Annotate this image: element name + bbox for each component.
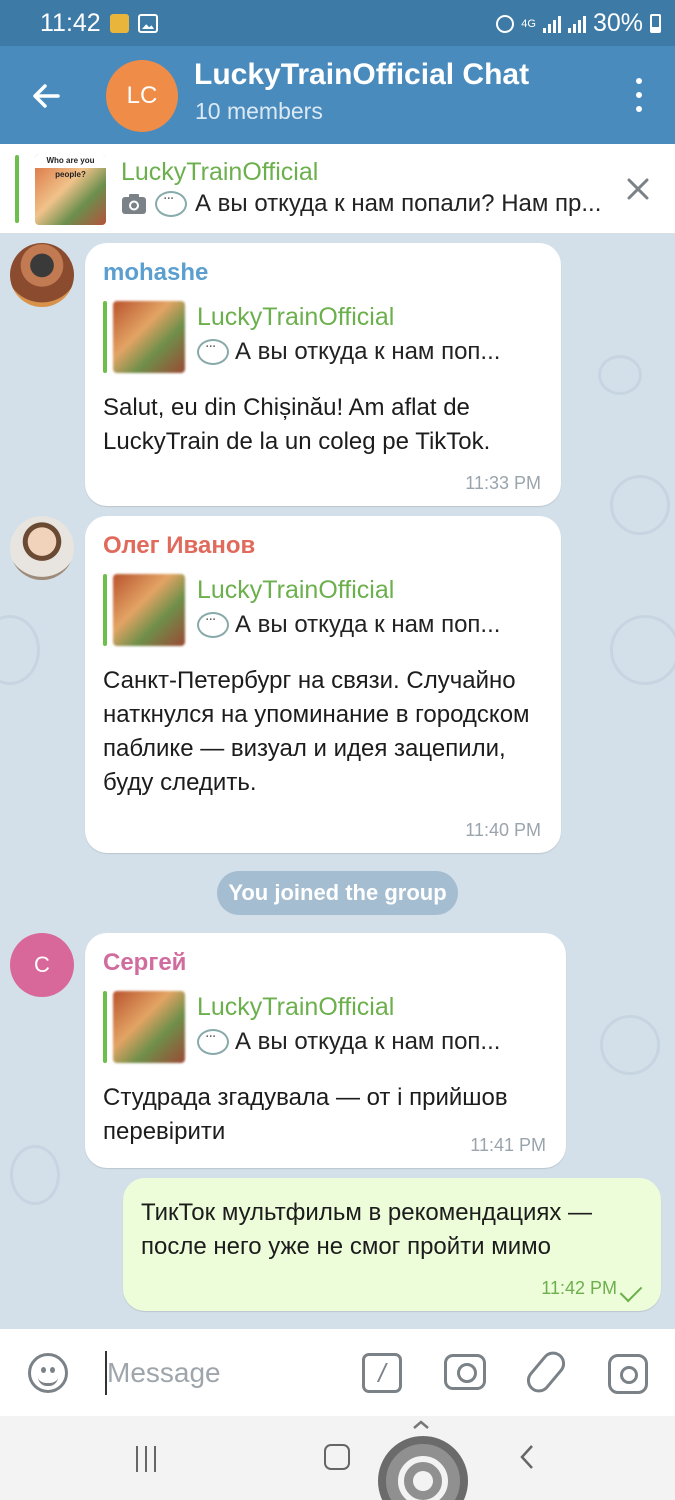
background-doodle [598,355,642,395]
message-sender: Олег Иванов [103,532,256,559]
nav-back-icon[interactable] [518,1444,536,1470]
chevron-up-icon[interactable] [412,1420,430,1430]
reply-sender: LuckyTrainOfficial [197,993,395,1021]
speech-bubble-icon [197,1024,229,1055]
reply-text: А вы откуда к нам поп... [235,1028,501,1055]
outgoing-message-bubble[interactable]: ТикТок мультфильм в рекомендациях — посл… [123,1178,661,1311]
chat-avatar[interactable]: LC [106,60,178,132]
service-message: You joined the group [217,871,458,915]
network-type: 4G [521,17,536,30]
message-text: ТикТок мультфильм в рекомендациях — посл… [141,1199,593,1260]
message-sender: Сергей [103,949,187,976]
signal-icon-2 [567,15,586,33]
speech-bubble-icon [197,334,229,365]
background-doodle [0,615,40,685]
message-bubble[interactable]: Олег Иванов LuckyTrainOfficial А вы отку… [85,516,561,853]
reply-text: А вы откуда к нам поп... [235,338,501,365]
reply-text-row: А вы откуда к нам поп... [197,607,543,639]
message-bubble[interactable]: Сергей LuckyTrainOfficial А вы откуда к … [85,933,566,1168]
avatar-mohashe[interactable] [10,243,74,307]
floating-target-icon[interactable] [378,1436,468,1500]
status-time: 11:42 [40,9,101,37]
reply-bar [103,574,107,646]
message-text: Salut, eu din Chișinău! Am aflat de Luck… [103,394,491,455]
emoji-icon[interactable] [28,1353,68,1393]
home-icon[interactable] [324,1444,350,1470]
reply-sender: LuckyTrainOfficial [197,303,395,331]
avatar-oleg[interactable] [10,516,74,580]
pinned-thumbnail: Who are you people? [35,154,106,225]
pinned-text-row: А вы откуда к нам попали? Нам пр... [121,190,621,218]
message-input-bar: / [0,1329,675,1416]
background-doodle [610,475,670,535]
pinned-bar [15,155,19,223]
close-icon[interactable] [623,174,653,204]
reply-thumbnail [113,991,185,1063]
recent-apps-icon[interactable] [136,1446,156,1472]
pinned-text: А вы откуда к нам попали? Нам пр... [195,190,602,217]
reply-thumbnail [113,301,185,373]
video-message-icon[interactable] [608,1354,648,1394]
alarm-icon [496,14,515,33]
message-text: Санкт-Петербург на связи. Случайно наткн… [103,667,530,796]
reply-quote[interactable]: LuckyTrainOfficial А вы откуда к нам поп… [103,574,543,650]
reply-text: А вы откуда к нам поп... [235,611,501,638]
message-time: 11:40 PM [465,820,541,840]
reply-sender: LuckyTrainOfficial [197,576,395,604]
system-nav-bar [0,1416,675,1500]
reply-quote[interactable]: LuckyTrainOfficial А вы откуда к нам поп… [103,301,543,377]
message-bubble[interactable]: mohashe LuckyTrainOfficial А вы откуда к… [85,243,561,506]
status-bar: 11:42 4G 30% [0,0,675,46]
pinned-sender: LuckyTrainOfficial [121,158,319,186]
speech-bubble-icon [197,607,229,638]
message-sender: mohashe [103,259,209,286]
read-check-icon [619,1279,643,1303]
gallery-notification-icon [138,14,158,33]
background-doodle [600,1015,660,1075]
chat-header: LC LuckyTrainOfficial Chat 10 members [0,46,675,144]
battery-icon [650,14,661,33]
camera-icon[interactable] [444,1354,486,1390]
pinned-message[interactable]: Who are you people? LuckyTrainOfficial А… [0,144,675,234]
avatar-sergey[interactable]: С [10,933,74,997]
reply-bar [103,991,107,1063]
message-time: 11:42 PM [541,1278,617,1298]
back-arrow-icon[interactable] [24,74,68,118]
background-doodle [10,1145,60,1205]
battery-percent: 30% [592,9,643,37]
camera-icon [122,194,146,214]
app-notification-icon [110,14,129,33]
status-right: 4G 30% [496,9,661,38]
chat-area[interactable]: mohashe LuckyTrainOfficial А вы откуда к… [0,235,675,1329]
signal-icon [542,15,561,33]
speech-bubble-icon [155,190,187,217]
reply-quote[interactable]: LuckyTrainOfficial А вы откуда к нам поп… [103,991,548,1067]
pinned-thumbnail-caption: Who are you people? [35,154,106,179]
commands-icon[interactable]: / [362,1353,402,1393]
reply-bar [103,301,107,373]
message-time: 11:33 PM [465,473,541,493]
more-menu-icon[interactable] [633,78,645,112]
reply-text-row: А вы откуда к нам поп... [197,1024,548,1056]
members-count[interactable]: 10 members [195,98,323,125]
attach-icon[interactable] [522,1346,570,1398]
message-time: 11:41 PM [470,1135,546,1155]
reply-thumbnail [113,574,185,646]
chat-title[interactable]: LuckyTrainOfficial Chat [194,58,529,92]
background-doodle [610,615,675,685]
message-input[interactable] [107,1353,337,1393]
reply-text-row: А вы откуда к нам поп... [197,334,543,366]
